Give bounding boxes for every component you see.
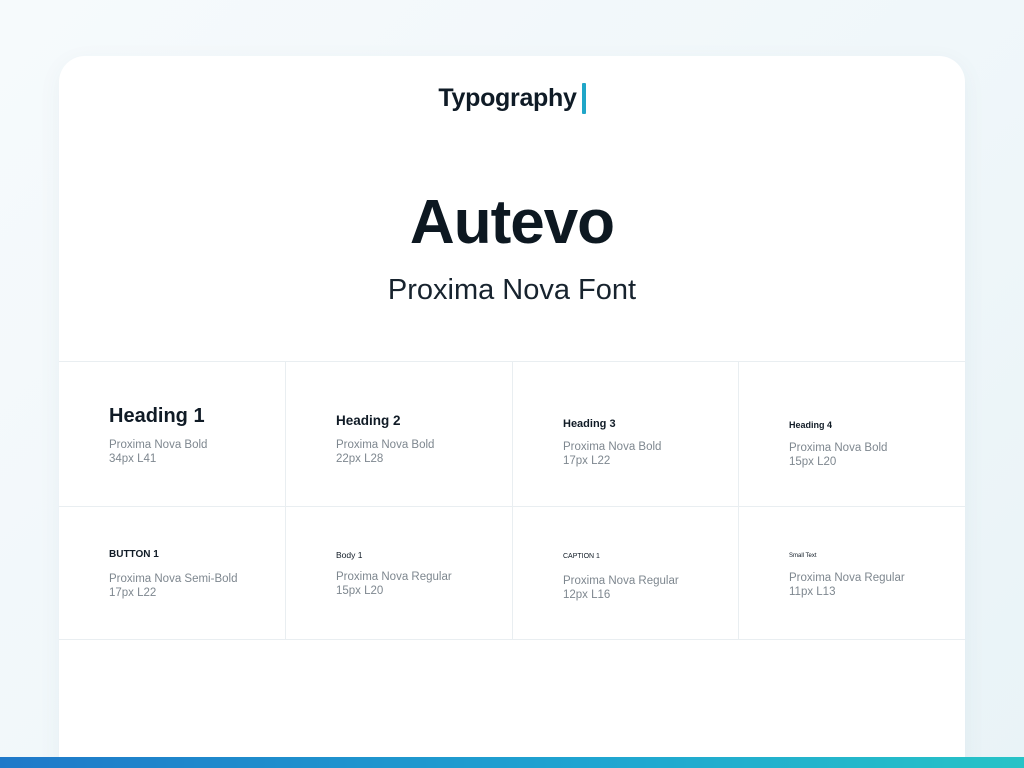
button-1-spec: BUTTON 1 Proxima Nova Semi-Bold 17px L22 xyxy=(59,507,286,640)
heading-3-spec: Heading 3 Proxima Nova Bold 17px L22 xyxy=(513,362,739,507)
heading-4-size: 15px L20 xyxy=(789,456,837,468)
heading-3-weight: Proxima Nova Bold xyxy=(563,441,662,453)
typography-spec-grid: Heading 1 Proxima Nova Bold 34px L41 Hea… xyxy=(59,361,965,640)
caption-1-title: CAPTION 1 xyxy=(563,553,600,560)
body-1-title: Body 1 xyxy=(336,550,363,560)
heading-3-size: 17px L22 xyxy=(563,455,611,467)
heading-3-title: Heading 3 xyxy=(563,418,616,430)
font-hero: Autevo Proxima Nova Font xyxy=(59,184,965,308)
button-1-size: 17px L22 xyxy=(109,587,157,599)
heading-2-size: 22px L28 xyxy=(336,453,384,465)
small-text-title: Small Text xyxy=(789,553,817,559)
body-1-spec: Body 1 Proxima Nova Regular 15px L20 xyxy=(286,507,513,640)
body-1-size: 15px L20 xyxy=(336,585,384,597)
body-1-weight: Proxima Nova Regular xyxy=(336,571,452,583)
button-1-weight: Proxima Nova Semi-Bold xyxy=(109,573,238,585)
heading-1-title: Heading 1 xyxy=(109,405,205,427)
bottom-gradient-bar xyxy=(0,757,1024,768)
caption-1-spec: CAPTION 1 Proxima Nova Regular 12px L16 xyxy=(513,507,739,640)
small-text-spec: Small Text Proxima Nova Regular 11px L13 xyxy=(739,507,965,640)
heading-1-size: 34px L41 xyxy=(109,453,157,465)
caption-1-weight: Proxima Nova Regular xyxy=(563,575,679,587)
heading-4-spec: Heading 4 Proxima Nova Bold 15px L20 xyxy=(739,362,965,507)
typography-title-text: Typography xyxy=(438,84,577,112)
title-accent-bar-icon xyxy=(581,82,586,114)
small-text-size: 11px L13 xyxy=(789,586,836,598)
heading-1-weight: Proxima Nova Bold xyxy=(109,439,208,451)
heading-4-weight: Proxima Nova Bold xyxy=(789,442,888,454)
heading-1-spec: Heading 1 Proxima Nova Bold 34px L41 xyxy=(59,362,286,507)
heading-2-title: Heading 2 xyxy=(336,413,401,428)
font-family-name: Proxima Nova Font xyxy=(387,274,637,306)
brand-name: Autevo xyxy=(409,188,615,257)
typography-title: Typography xyxy=(438,82,586,114)
heading-2-spec: Heading 2 Proxima Nova Bold 22px L28 xyxy=(286,362,513,507)
heading-4-title: Heading 4 xyxy=(789,420,833,430)
small-text-weight: Proxima Nova Regular xyxy=(789,572,905,584)
button-1-title: BUTTON 1 xyxy=(109,549,159,560)
caption-1-size: 12px L16 xyxy=(563,589,611,601)
heading-2-weight: Proxima Nova Bold xyxy=(336,439,435,451)
typography-card: Typography Autevo Proxima Nova Font Head… xyxy=(59,56,965,768)
card-header: Typography xyxy=(59,82,965,114)
